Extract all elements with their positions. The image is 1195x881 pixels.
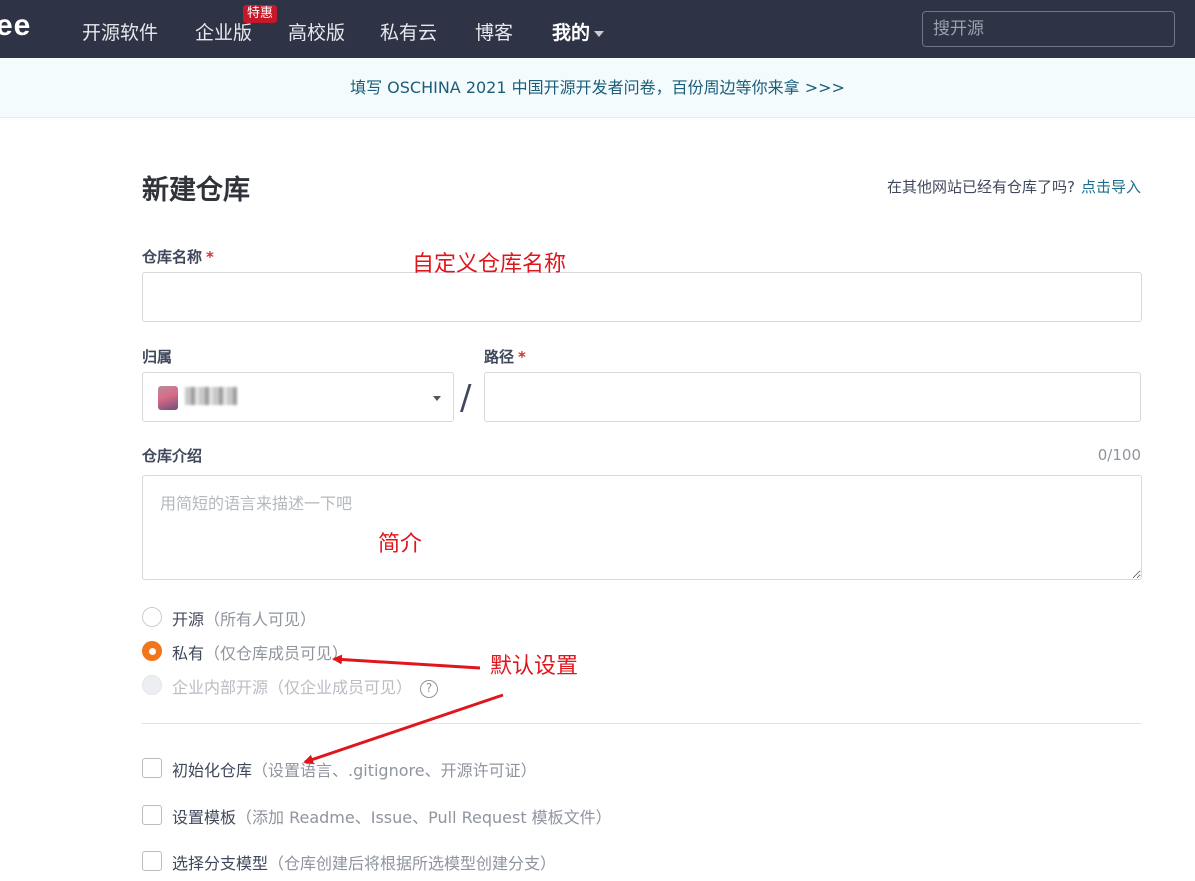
required-mark: * [518, 348, 526, 366]
option-template-label: 设置模板 [172, 808, 237, 827]
annotation-repo-name: 自定义仓库名称 [412, 252, 567, 277]
option-init-repo-label: 初始化仓库 [172, 761, 253, 780]
annotation-intro: 简介 [378, 532, 423, 557]
repo-name-input[interactable] [142, 272, 1142, 322]
checkbox[interactable] [142, 805, 162, 825]
visibility-enterprise-label: 企业内部开源 [172, 678, 269, 697]
nav-mine-menu[interactable]: 我的 [552, 18, 605, 45]
visibility-private-text: 私有（仅仓库成员可见） [172, 640, 348, 664]
repo-name-label-text: 仓库名称 [142, 248, 203, 266]
search-input[interactable] [922, 11, 1175, 47]
divider [142, 723, 1142, 724]
option-branch-model-label: 选择分支模型 [172, 854, 269, 873]
import-link[interactable]: 点击导入 [1081, 178, 1141, 196]
annotation-arrows [303, 654, 504, 765]
promo-badge: 特惠 [243, 5, 278, 23]
nav-open-source[interactable]: 开源软件 [82, 18, 158, 45]
radio-unchecked[interactable] [142, 607, 162, 627]
required-mark: * [206, 248, 214, 266]
nav-blog[interactable]: 博客 [475, 18, 513, 45]
visibility-public-text: 开源（所有人可见） [172, 606, 316, 630]
arrow-to-private [332, 654, 481, 670]
chevron-down-icon [433, 396, 441, 401]
visibility-enterprise-hint: （仅企业成员可见） [268, 678, 413, 697]
question-icon[interactable]: ? [420, 680, 439, 698]
radio-disabled [142, 675, 162, 695]
nav-university[interactable]: 高校版 [288, 18, 345, 45]
visibility-public-hint: （所有人可见） [204, 610, 317, 629]
path-input[interactable] [484, 372, 1141, 422]
checkbox[interactable] [142, 758, 162, 778]
import-prompt: 在其他网站已经有仓库了吗? [887, 178, 1075, 196]
import-hint: 在其他网站已经有仓库了吗? 点击导入 [887, 176, 1141, 197]
option-init-repo-text: 初始化仓库（设置语言、.gitignore、开源许可证） [172, 757, 537, 781]
checkbox[interactable] [142, 851, 162, 871]
owner-select[interactable] [142, 372, 454, 422]
visibility-public-label: 开源 [172, 610, 205, 629]
owner-label: 归属 [142, 348, 173, 366]
owner-name-redacted [185, 387, 237, 405]
announcement-banner[interactable]: 填写 OSCHINA 2021 中国开源开发者问卷，百份周边等你来拿 >>> [0, 58, 1195, 118]
option-branch-model-text: 选择分支模型（仓库创建后将根据所选模型创建分支） [172, 850, 556, 874]
description-counter: 0/100 [1097, 446, 1141, 464]
page-title: 新建仓库 [142, 175, 250, 206]
visibility-enterprise-text: 企业内部开源（仅企业成员可见）? [172, 674, 439, 698]
chevron-down-icon [594, 30, 605, 37]
option-template-hint: （添加 Readme、Issue、Pull Request 模板文件） [236, 808, 612, 827]
nav-private-cloud[interactable]: 私有云 [380, 18, 437, 45]
option-init-repo-hint: （设置语言、.gitignore、开源许可证） [252, 761, 537, 780]
visibility-private-label: 私有 [172, 644, 205, 663]
arrow-to-init-repo [303, 693, 504, 765]
path-label-text: 路径 [484, 348, 515, 366]
option-branch-model-hint: （仓库创建后将根据所选模型创建分支） [268, 854, 557, 873]
top-nav: ee 开源软件 企业版 特惠 高校版 私有云 博客 我的 [0, 0, 1195, 58]
description-textarea[interactable] [142, 475, 1142, 580]
path-label: 路径 * [484, 346, 526, 367]
path-separator: / [460, 378, 472, 418]
nav-mine-label: 我的 [552, 22, 591, 44]
option-template-text: 设置模板（添加 Readme、Issue、Pull Request 模板文件） [172, 804, 612, 828]
radio-checked[interactable] [142, 641, 162, 661]
visibility-private-hint: （仅仓库成员可见） [204, 644, 349, 663]
avatar [158, 386, 178, 410]
repo-name-label: 仓库名称 * [142, 246, 214, 267]
logo[interactable]: ee [0, 9, 31, 43]
description-label: 仓库介绍 [142, 447, 203, 465]
annotation-default: 默认设置 [490, 654, 579, 679]
